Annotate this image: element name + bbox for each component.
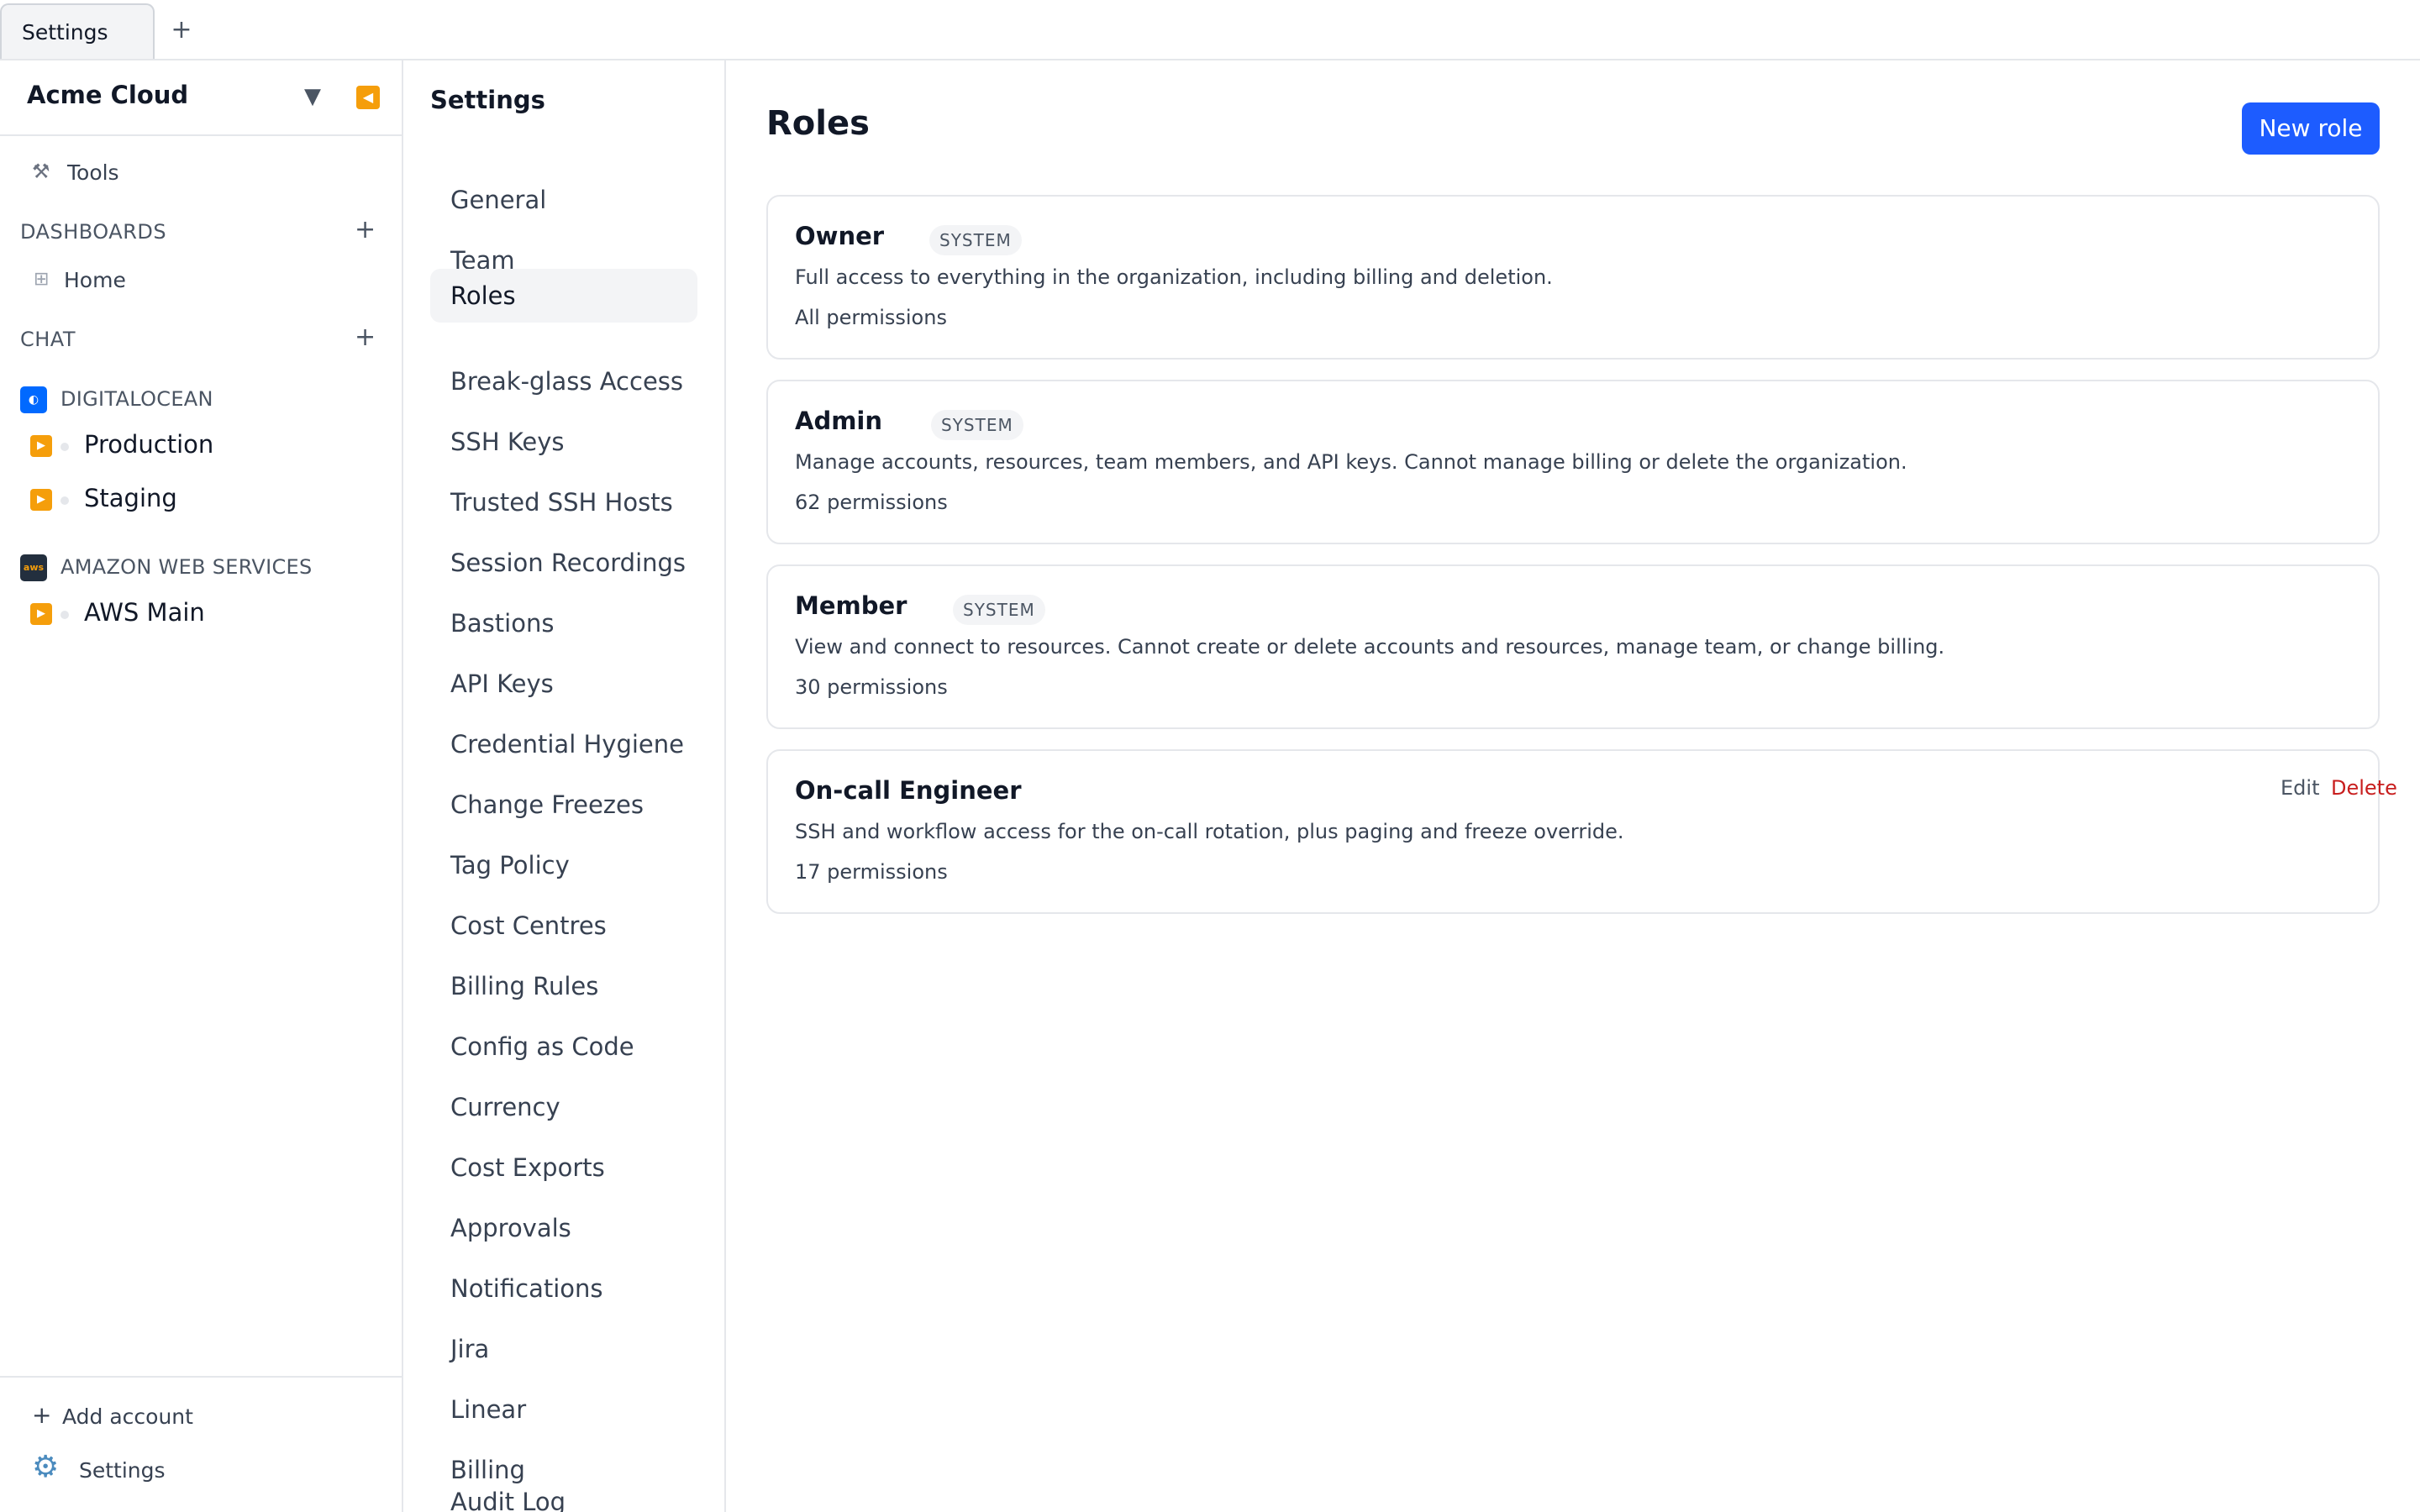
digitalocean-logo-icon: ◐: [20, 386, 47, 413]
new-role-button[interactable]: New role: [2242, 102, 2380, 155]
role-name: Member: [795, 591, 908, 620]
plus-icon: +: [32, 1401, 52, 1429]
role-name: Admin: [795, 407, 883, 435]
delete-role-button[interactable]: Delete: [2331, 776, 2397, 800]
chevron-down-icon[interactable]: ▼: [304, 84, 321, 109]
settings-nav-tag-policy[interactable]: Tag Policy: [430, 838, 697, 892]
settings-nav-title: Settings: [430, 86, 545, 114]
main-content: Roles New role Owner SYSTEM Full access …: [726, 60, 2420, 1512]
settings-nav-roles[interactable]: Roles: [430, 269, 697, 323]
provider-name: AMAZON WEB SERVICES: [60, 555, 313, 579]
settings-nav-credential-hygiene[interactable]: Credential Hygiene: [430, 717, 697, 771]
section-heading: CHAT: [20, 328, 76, 351]
add-account-button[interactable]: + Add account: [0, 1394, 402, 1438]
settings-nav-cost-centres[interactable]: Cost Centres: [430, 899, 697, 953]
provider-digitalocean[interactable]: ◐ DIGITALOCEAN: [0, 380, 402, 417]
account-label: Staging: [84, 484, 177, 512]
sidebar-item-label: Tools: [67, 160, 119, 185]
status-badge: SYSTEM: [953, 595, 1045, 625]
sidebar-item-label: Home: [64, 268, 126, 292]
account-label: AWS Main: [84, 598, 205, 627]
account-label: Production: [84, 430, 214, 459]
grid-icon: ⊞: [34, 269, 50, 290]
role-permission-count: 62 permissions: [795, 491, 948, 514]
settings-nav-billing-rules[interactable]: Billing Rules: [430, 959, 697, 1013]
settings-nav-notifications[interactable]: Notifications: [430, 1262, 697, 1315]
settings-nav-audit-log[interactable]: Audit Log: [430, 1485, 697, 1512]
settings-nav-api-keys[interactable]: API Keys: [430, 657, 697, 711]
status-badge: SYSTEM: [931, 410, 1023, 440]
org-name: Acme Cloud: [27, 81, 189, 109]
tab-bar: Settings +: [0, 0, 2420, 60]
wrench-icon: ⚒: [32, 160, 50, 183]
section-dashboards: DASHBOARDS +: [0, 213, 402, 250]
role-permission-count: All permissions: [795, 306, 947, 329]
role-card-member[interactable]: Member SYSTEM View and connect to resour…: [766, 564, 2380, 729]
terminal-icon: ▶: [30, 435, 52, 457]
terminal-icon: ▶: [30, 603, 52, 625]
role-name: On-call Engineer: [795, 776, 1022, 805]
provider-aws[interactable]: aws AMAZON WEB SERVICES: [0, 548, 402, 585]
settings-nav-trusted-ssh-hosts[interactable]: Trusted SSH Hosts: [430, 475, 697, 529]
status-dot: [60, 443, 69, 451]
role-card-owner[interactable]: Owner SYSTEM Full access to everything i…: [766, 195, 2380, 360]
settings-nav-change-freezes[interactable]: Change Freezes: [430, 778, 697, 832]
sidebar-item-settings[interactable]: ⚙ Settings: [0, 1448, 402, 1492]
role-description: Full access to everything in the organiz…: [795, 265, 1553, 289]
provider-name: DIGITALOCEAN: [60, 387, 213, 411]
settings-nav-session-recordings[interactable]: Session Recordings: [430, 536, 697, 590]
role-card-admin[interactable]: Admin SYSTEM Manage accounts, resources,…: [766, 380, 2380, 544]
add-dashboard-button[interactable]: +: [355, 215, 376, 244]
settings-nav-break-glass-access[interactable]: Break-glass Access: [430, 354, 697, 408]
settings-label: Settings: [79, 1458, 166, 1483]
status-dot: [60, 611, 69, 619]
role-permission-count: 17 permissions: [795, 860, 948, 884]
section-heading: DASHBOARDS: [20, 220, 167, 244]
collapse-sidebar-icon[interactable]: ◀: [356, 86, 380, 109]
settings-nav: Settings General Team Roles Break-glass …: [403, 60, 726, 1512]
status-badge: SYSTEM: [929, 225, 1022, 255]
account-aws-main[interactable]: ▶ AWS Main: [0, 590, 402, 637]
role-description: Manage accounts, resources, team members…: [795, 450, 1907, 474]
page-title: Roles: [766, 104, 870, 143]
role-description: SSH and workflow access for the on-call …: [795, 820, 1624, 843]
add-account-label: Add account: [62, 1404, 193, 1429]
aws-logo-icon: aws: [20, 554, 47, 581]
sidebar-item-tools[interactable]: ⚒ Tools: [0, 151, 402, 193]
account-staging[interactable]: ▶ Staging: [0, 475, 402, 522]
role-name: Owner: [795, 222, 885, 250]
account-production[interactable]: ▶ Production: [0, 422, 402, 469]
edit-role-button[interactable]: Edit: [2281, 776, 2319, 800]
sidebar-item-home[interactable]: ⊞ Home: [0, 259, 402, 301]
gear-icon: ⚙: [32, 1450, 60, 1484]
status-dot: [60, 496, 69, 505]
settings-nav-currency[interactable]: Currency: [430, 1080, 697, 1134]
role-permission-count: 30 permissions: [795, 675, 948, 699]
settings-nav-jira[interactable]: Jira: [430, 1322, 697, 1376]
add-chat-button[interactable]: +: [355, 323, 376, 352]
tab-settings[interactable]: Settings: [0, 3, 155, 59]
settings-nav-config-as-code[interactable]: Config as Code: [430, 1020, 697, 1074]
role-card-on-call-engineer[interactable]: On-call Engineer Edit Delete SSH and wor…: [766, 749, 2397, 914]
settings-nav-ssh-keys[interactable]: SSH Keys: [430, 415, 697, 469]
add-tab-button[interactable]: +: [165, 10, 198, 50]
settings-nav-linear[interactable]: Linear: [430, 1383, 697, 1436]
settings-nav-bastions[interactable]: Bastions: [430, 596, 697, 650]
terminal-icon: ▶: [30, 489, 52, 511]
settings-nav-general[interactable]: General: [430, 173, 697, 227]
sidebar-footer: + Add account ⚙ Settings: [0, 1376, 402, 1512]
settings-nav-approvals[interactable]: Approvals: [430, 1201, 697, 1255]
org-switcher[interactable]: Acme Cloud ▼ ◀: [0, 60, 402, 136]
section-chat: CHAT +: [0, 321, 402, 358]
settings-nav-cost-exports[interactable]: Cost Exports: [430, 1141, 697, 1194]
sidebar: Acme Cloud ▼ ◀ ⚒ Tools DASHBOARDS + ⊞ Ho…: [0, 60, 403, 1512]
role-description: View and connect to resources. Cannot cr…: [795, 635, 1945, 659]
